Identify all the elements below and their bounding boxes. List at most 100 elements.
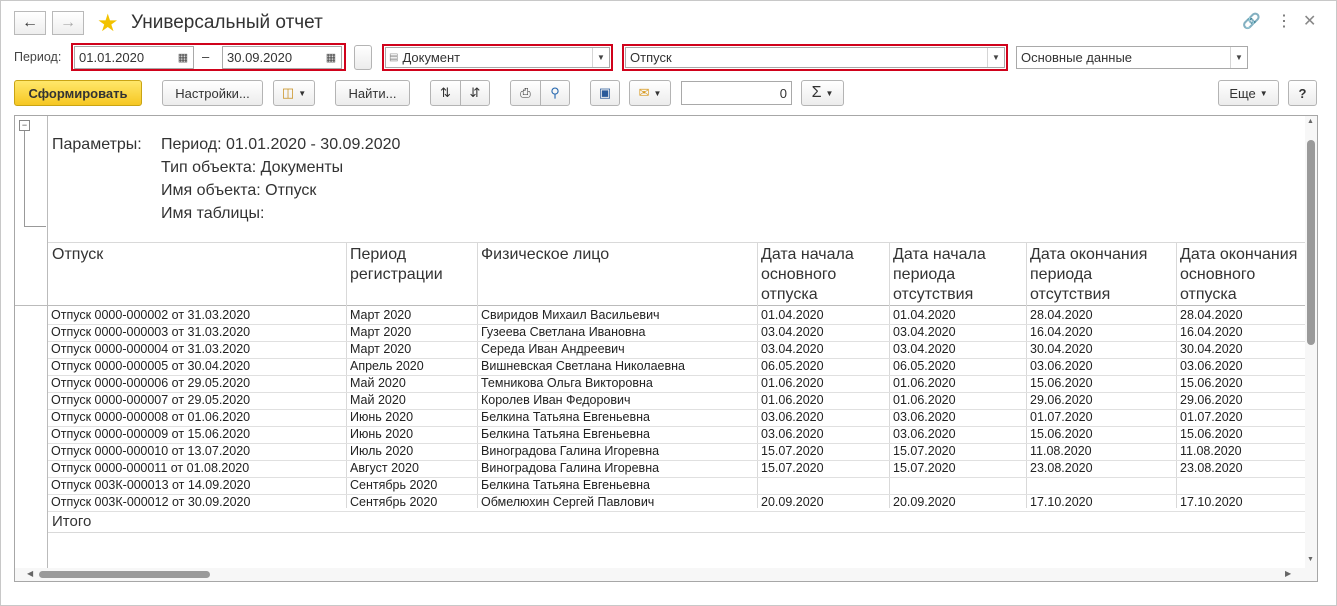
table-row[interactable]: Отпуск 0000-000003 от 31.03.2020 Март 202…	[48, 324, 1306, 342]
period-from-field[interactable]: 01.01.2020 ▦	[74, 46, 194, 69]
back-button[interactable]: ←	[14, 11, 46, 35]
period-select-button[interactable]	[354, 45, 372, 70]
table-cell: 30.04.2020	[1180, 342, 1243, 356]
print-button[interactable]: ⎙	[510, 80, 541, 106]
table-row[interactable]: Отпуск 0000-000006 от 29.05.2020 Май 2020…	[48, 375, 1306, 393]
table-row[interactable]: Отпуск 0000-000010 от 13.07.2020 Июль 202…	[48, 443, 1306, 461]
table-cell: Королев Иван Федорович	[481, 393, 631, 407]
table-cell: 03.04.2020	[893, 325, 956, 339]
table-row[interactable]: Отпуск 0000-000002 от 31.03.2020 Март 202…	[48, 307, 1306, 325]
param-period: Период: 01.01.2020 - 30.09.2020	[161, 136, 401, 153]
calendar-icon[interactable]: ▦	[321, 47, 341, 68]
object-name-select[interactable]: Отпуск ▼	[625, 47, 1005, 68]
table-cell: 17.10.2020	[1030, 495, 1093, 509]
chevron-down-icon[interactable]: ▼	[592, 48, 609, 67]
scroll-up-icon[interactable]: ▲	[1307, 118, 1314, 125]
total-line	[48, 532, 1305, 533]
table-cell: 15.06.2020	[1030, 376, 1093, 390]
table-cell: Виноградова Галина Игоревна	[481, 444, 660, 458]
data-set-value: Основные данные	[1021, 50, 1133, 65]
table-row[interactable]: Отпуск 0000-000007 от 29.05.2020 Май 2020…	[48, 392, 1306, 410]
data-set-select[interactable]: Основные данные ▼	[1016, 46, 1248, 69]
scroll-down-icon[interactable]: ▼	[1307, 556, 1314, 563]
header-top-line	[48, 242, 1305, 243]
table-cell: 28.04.2020	[1030, 308, 1093, 322]
calendar-icon[interactable]: ▦	[173, 47, 193, 68]
sort-asc-button[interactable]: ⇅	[430, 80, 461, 106]
object-type-value: Документ	[402, 50, 461, 65]
table-cell: 01.04.2020	[761, 308, 824, 322]
scroll-right-icon[interactable]: ▶	[1285, 569, 1291, 578]
table-row[interactable]: Отпуск 0000-000004 от 31.03.2020 Март 202…	[48, 341, 1306, 359]
table-cell: Отпуск 0000-000002 от 31.03.2020	[51, 308, 251, 322]
generate-button[interactable]: Сформировать	[14, 80, 142, 106]
table-row[interactable]: Отпуск 0000-000011 от 01.08.2020 Август 2…	[48, 460, 1306, 478]
mail-button[interactable]: ✉ ▼	[629, 80, 671, 106]
forward-button[interactable]: →	[52, 11, 84, 35]
chevron-down-icon: ▼	[298, 88, 307, 98]
period-to-field[interactable]: 30.09.2020 ▦	[222, 46, 342, 69]
table-cell: Апрель 2020	[350, 359, 424, 373]
object-type-select[interactable]: ▤ Документ ▼	[385, 47, 610, 68]
star-icon[interactable]: ★	[97, 9, 119, 38]
vertical-scroll-thumb[interactable]	[1307, 140, 1315, 345]
table-row[interactable]: Отпуск 0000-000008 от 01.06.2020 Июнь 202…	[48, 409, 1306, 427]
horizontal-scrollbar[interactable]: ◀ ▶	[15, 568, 1305, 581]
table-cell: 03.06.2020	[893, 410, 956, 424]
table-cell: Июль 2020	[350, 444, 414, 458]
table-row[interactable]: Отпуск 0000-000009 от 15.06.2020 Июнь 202…	[48, 426, 1306, 444]
table-cell: Середа Иван Андреевич	[481, 342, 625, 356]
table-cell: Отпуск 0000-000006 от 29.05.2020	[51, 376, 251, 390]
horizontal-scroll-thumb[interactable]	[39, 571, 210, 578]
vertical-scrollbar[interactable]: ▲ ▼	[1305, 116, 1317, 581]
table-cell: Белкина Татьяна Евгеньевна	[481, 478, 650, 492]
period-dash: –	[202, 49, 210, 64]
save-button[interactable]: ▣	[590, 80, 620, 106]
table-cell: Июнь 2020	[350, 410, 414, 424]
table-cell: Отпуск 0000-000011 от 01.08.2020	[51, 461, 250, 475]
sort-desc-icon: ⇵	[469, 85, 481, 100]
chevron-down-icon[interactable]: ▼	[987, 48, 1004, 67]
link-icon[interactable]: 🔗	[1242, 12, 1261, 30]
table-cell: Гузеева Светлана Ивановна	[481, 325, 646, 339]
table-cell: Отпуск 0000-000010 от 13.07.2020	[51, 444, 251, 458]
table-cell: 20.09.2020	[893, 495, 956, 509]
table-cell: 15.06.2020	[1030, 427, 1093, 441]
find-button[interactable]: Найти...	[335, 80, 410, 106]
scroll-left-icon[interactable]: ◀	[27, 569, 33, 578]
header-bottom-line	[15, 305, 1305, 306]
table-row[interactable]: Отпуск 003К-000013 от 14.09.2020 Сентябрь…	[48, 477, 1306, 495]
table-row[interactable]: Отпуск 003К-000012 от 30.09.2020 Сентябрь…	[48, 494, 1306, 512]
table-cell: 03.06.2020	[1180, 359, 1243, 373]
table-cell: 28.04.2020	[1180, 308, 1243, 322]
period-label: Период:	[14, 50, 62, 64]
sort-desc-button[interactable]: ⇵	[460, 80, 490, 106]
table-row[interactable]: Отпуск 0000-000005 от 30.04.2020 Апрель 2…	[48, 358, 1306, 376]
table-cell: Виноградова Галина Игоревна	[481, 461, 660, 475]
chevron-down-icon[interactable]: ▼	[1230, 47, 1247, 68]
close-icon[interactable]: ✕	[1303, 11, 1316, 31]
total-label: Итого	[52, 513, 92, 530]
variants-button[interactable]: ◫ ▼	[273, 80, 315, 106]
window-title: Универсальный отчет	[131, 12, 323, 33]
table-cell: 17.10.2020	[1180, 495, 1243, 509]
table-cell: Март 2020	[350, 308, 412, 322]
table-cell: Белкина Татьяна Евгеньевна	[481, 427, 650, 441]
table-cell: Свиридов Михаил Васильевич	[481, 308, 660, 322]
sum-field[interactable]: 0	[681, 81, 792, 105]
collapse-icon[interactable]: −	[19, 120, 30, 131]
more-button[interactable]: Еще ▼	[1218, 80, 1279, 106]
table-cell: Отпуск 0000-000004 от 31.03.2020	[51, 342, 251, 356]
report-spreadsheet[interactable]: − Параметры: Период: 01.01.2020 - 30.09.…	[14, 115, 1318, 582]
table-cell: 03.04.2020	[761, 325, 824, 339]
preview-button[interactable]: ⚲	[540, 80, 570, 106]
column-header-person: Физическое лицо	[481, 246, 610, 263]
settings-button[interactable]: Настройки...	[162, 80, 263, 106]
forward-arrow-icon: →	[60, 14, 76, 31]
object-name-value: Отпуск	[630, 50, 672, 65]
help-button[interactable]: ?	[1288, 80, 1317, 106]
variants-icon: ◫	[281, 85, 295, 100]
more-vert-icon[interactable]: ⋮	[1276, 11, 1292, 31]
sigma-button[interactable]: Σ ▼	[801, 80, 844, 106]
column-header-absence-end: Дата окончания периода отсутствия	[1030, 246, 1148, 303]
